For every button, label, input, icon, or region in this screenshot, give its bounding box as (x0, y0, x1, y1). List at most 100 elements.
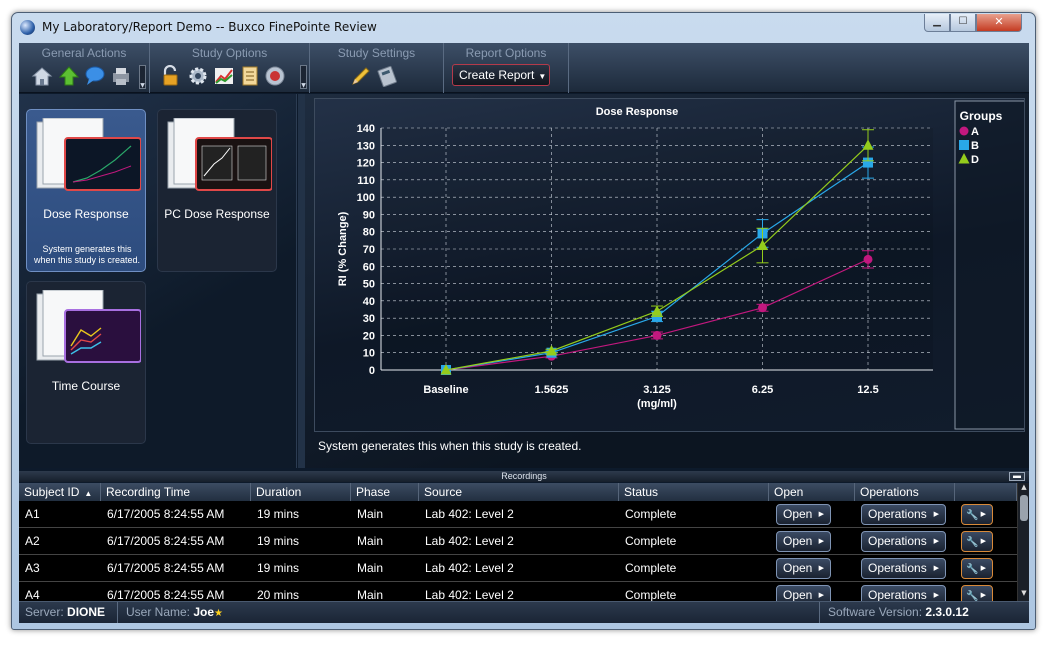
open-button[interactable]: Open ▶ (776, 531, 831, 552)
report-card-time-course[interactable]: Time Course (26, 281, 146, 444)
chat-bubble-icon[interactable] (84, 65, 106, 87)
recordings-header: Recordings ▬ (19, 471, 1029, 482)
upload-arrow-icon[interactable] (58, 65, 80, 87)
y-tick-label: 130 (357, 140, 375, 152)
y-tick-label: 40 (363, 296, 375, 308)
scroll-down-icon[interactable]: ▼ (1019, 589, 1029, 601)
report-card-title: Time Course (51, 379, 121, 393)
close-button[interactable]: ✕ (976, 14, 1022, 32)
table-row[interactable]: A2 6/17/2005 8:24:55 AM 19 mins Main Lab 402… (19, 528, 1017, 555)
col-status-header[interactable]: Status (619, 483, 769, 501)
cell-duration: 19 mins (257, 534, 300, 548)
report-card-dose-response[interactable]: Dose Response System generates this when… (26, 109, 146, 272)
arrow-right-icon: ▶ (933, 511, 939, 518)
dose-response-chart: Dose Response 0 10 20 30 40 50 60 70 80 90 100 110 12… (337, 100, 1024, 430)
vertical-scrollbar[interactable]: ▲ ▼ (1017, 483, 1029, 601)
y-axis-label: RI (% Change) (337, 211, 349, 286)
ribbon-toolbar: General Actions ▼ Study Options ▼ Study … (19, 43, 1029, 93)
pencil-icon[interactable] (350, 65, 372, 87)
wrench-icon: 🔧 (966, 591, 979, 601)
cell-source: Lab 402: Level 2 (425, 507, 514, 521)
minimize-button[interactable]: ▁ (924, 14, 950, 32)
cell-subject-id: A4 (25, 588, 40, 601)
printer-icon[interactable] (110, 65, 132, 87)
unlock-icon[interactable] (160, 65, 182, 87)
title-bar[interactable]: My Laboratory/Report Demo -- Buxco FineP… (12, 13, 1035, 43)
legend-marker-b (959, 140, 969, 150)
operations-button[interactable]: Operations ▶ (861, 504, 946, 525)
star-icon: ★ (214, 608, 224, 619)
legend-label: D (971, 154, 979, 166)
operations-button[interactable]: Operations ▶ (861, 585, 946, 601)
tools-button[interactable]: 🔧 ▶ (961, 531, 993, 552)
report-card-title: PC Dose Response (164, 207, 270, 221)
table-row[interactable]: A4 6/17/2005 8:24:55 AM 20 mins Main Lab 402… (19, 582, 1017, 601)
chart-grid-icon[interactable] (213, 65, 235, 87)
wrench-icon: 🔧 (966, 537, 979, 548)
arrow-right-icon: ▶ (818, 511, 824, 518)
y-tick-label: 20 (363, 330, 375, 342)
home-icon[interactable] (31, 65, 53, 87)
table-row[interactable]: A3 6/17/2005 8:24:55 AM 19 mins Main Lab 402… (19, 555, 1017, 582)
scroll-up-icon[interactable]: ▲ (1019, 483, 1029, 495)
create-report-dropdown[interactable]: Create Report ▼ (452, 64, 550, 86)
cell-recording-time: 6/17/2005 8:24:55 AM (107, 588, 225, 601)
operations-button[interactable]: Operations ▶ (861, 531, 946, 552)
open-button[interactable]: Open ▶ (776, 585, 831, 601)
wrench-icon: 🔧 (966, 564, 979, 575)
col-tools-header[interactable] (955, 483, 1017, 501)
y-tick-label: 120 (357, 158, 375, 170)
col-subject-id-header[interactable]: Subject ID ▲ (19, 483, 101, 501)
cell-source: Lab 402: Level 2 (425, 561, 514, 575)
y-tick-label: 70 (363, 244, 375, 256)
column-label: Status (624, 485, 659, 499)
column-label: Phase (356, 485, 391, 499)
cell-subject-id: A3 (25, 561, 40, 575)
col-phase-header[interactable]: Phase (351, 483, 419, 501)
cell-duration: 19 mins (257, 561, 300, 575)
open-label: Open (783, 588, 813, 601)
arrow-right-icon: ▶ (980, 565, 986, 572)
version-label: Software Version: (828, 605, 923, 619)
operations-button[interactable]: Operations ▶ (861, 558, 946, 579)
x-tick-label: Baseline (423, 384, 468, 396)
cell-status: Complete (625, 561, 677, 575)
tools-button[interactable]: 🔧 ▶ (961, 585, 993, 601)
cell-status: Complete (625, 507, 677, 521)
group-study-options: Study Options ▼ (150, 43, 310, 93)
overflow-button[interactable]: ▼ (300, 65, 307, 89)
col-source-header[interactable]: Source (419, 483, 619, 501)
operations-label: Operations (868, 534, 927, 548)
cell-duration: 20 mins (257, 588, 300, 601)
cell-status: Complete (625, 534, 677, 548)
table-row[interactable]: A1 6/17/2005 8:24:55 AM 19 mins Main Lab 402… (19, 501, 1017, 528)
col-recording-time-header[interactable]: Recording Time (101, 483, 251, 501)
y-tick-label: 140 (357, 123, 375, 135)
overflow-button[interactable]: ▼ (139, 65, 146, 89)
panel-splitter[interactable] (298, 94, 305, 468)
report-thumbnail (36, 290, 141, 363)
col-operations-header[interactable]: Operations (855, 483, 955, 501)
open-button[interactable]: Open ▶ (776, 504, 831, 525)
collapse-button[interactable]: ▬ (1009, 472, 1025, 481)
scroll-thumb[interactable] (1020, 495, 1028, 521)
report-preview-panel: Dose Response 0 10 20 30 40 50 60 70 80 90 100 110 12… (305, 94, 1029, 468)
report-card-pc-dose-response[interactable]: PC Dose Response (157, 109, 277, 272)
table-header: Subject ID ▲ Recording Time Duration Phase So… (19, 483, 1017, 501)
group-label: Study Settings (337, 46, 416, 60)
document-stack-icon[interactable] (239, 65, 261, 87)
col-open-header[interactable]: Open (769, 483, 855, 501)
tools-button[interactable]: 🔧 ▶ (961, 558, 993, 579)
gauge-icon[interactable] (264, 65, 286, 87)
maximize-button[interactable]: ☐ (950, 14, 976, 32)
gear-icon[interactable] (187, 65, 209, 87)
tools-button[interactable]: 🔧 ▶ (961, 504, 993, 525)
user-label: User Name: (126, 605, 191, 619)
calculator-icon[interactable] (376, 65, 398, 87)
open-label: Open (783, 507, 813, 521)
x-tick-label: 3.125 (643, 384, 671, 396)
col-duration-header[interactable]: Duration (251, 483, 351, 501)
cell-phase: Main (357, 561, 384, 575)
open-button[interactable]: Open ▶ (776, 558, 831, 579)
cell-subject-id: A2 (25, 534, 40, 548)
